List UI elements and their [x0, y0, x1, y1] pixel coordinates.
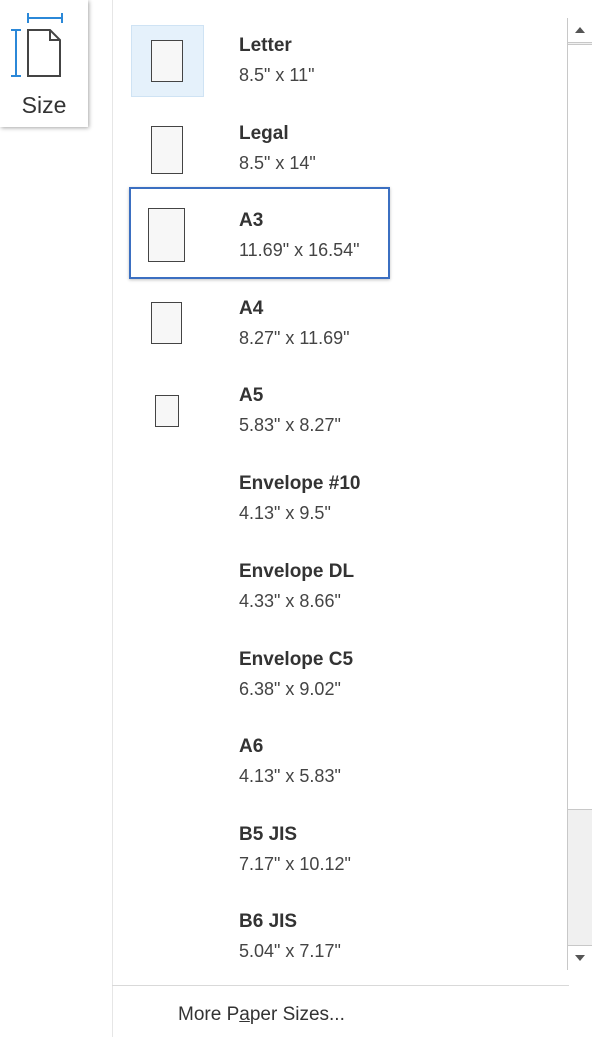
paper-size-menu: Letter 8.5" x 11" Legal 8.5" x 14" A3 11…: [112, 0, 592, 1037]
more-paper-sizes-link[interactable]: More Paper Sizes...: [178, 1004, 345, 1026]
triangle-up-icon: [575, 27, 585, 33]
item-dims: 4.13" x 9.5": [239, 503, 331, 523]
item-name: Legal: [239, 123, 289, 144]
page-icon: [151, 126, 183, 174]
menu-item-legal[interactable]: Legal 8.5" x 14": [131, 113, 543, 185]
item-name: B5 JIS: [239, 824, 298, 845]
menu-item-a6[interactable]: A6 4.13" x 5.83": [131, 726, 543, 798]
scroll-down-button[interactable]: [568, 945, 592, 970]
item-dims: 4.33" x 8.66": [239, 591, 341, 611]
page-icon: [151, 40, 183, 82]
menu-item-a5[interactable]: A5 5.83" x 8.27": [131, 375, 543, 447]
menu-item-a4[interactable]: A4 8.27" x 11.69": [131, 288, 543, 360]
item-dims: 5.83" x 8.27": [239, 415, 341, 435]
menu-item-envelope-10[interactable]: Envelope #10 4.13" x 9.5": [131, 463, 543, 535]
page-icon: [151, 302, 182, 344]
scroll-thumb[interactable]: [568, 44, 592, 810]
item-name: Envelope DL: [239, 561, 355, 582]
item-dims: 6.38" x 9.02": [239, 679, 341, 699]
item-name: A5: [239, 385, 264, 406]
menu-item-b6-jis[interactable]: B6 JIS 5.04" x 7.17": [131, 901, 543, 973]
menu-item-envelope-c5[interactable]: Envelope C5 6.38" x 9.02": [131, 639, 543, 711]
item-name: Envelope C5: [239, 649, 354, 670]
item-dims: 4.13" x 5.83": [239, 766, 341, 786]
item-dims: 8.27" x 11.69": [239, 328, 350, 348]
more-label-pre: More P: [178, 1004, 240, 1025]
item-name: Envelope #10: [239, 473, 361, 494]
menu-item-letter[interactable]: Letter 8.5" x 11": [131, 25, 543, 97]
item-dims: 8.5" x 14": [239, 153, 316, 173]
item-name: A6: [239, 736, 264, 757]
item-name: B6 JIS: [239, 911, 298, 932]
menu-divider: [112, 985, 569, 986]
size-label: Size: [21, 92, 67, 118]
scroll-up-button[interactable]: [568, 18, 592, 43]
triangle-down-icon: [575, 955, 585, 961]
item-dims: 5.04" x 7.17": [239, 941, 341, 961]
item-name: Letter: [239, 35, 292, 56]
vertical-scrollbar[interactable]: [567, 18, 592, 970]
more-label-post: per Sizes...: [249, 1004, 345, 1025]
item-dims: 7.17" x 10.12": [239, 854, 351, 874]
item-dims: 8.5" x 11": [239, 65, 315, 85]
item-name: A4: [239, 298, 264, 319]
page-icon: [155, 395, 179, 427]
focus-outline: [129, 187, 390, 279]
menu-item-envelope-dl[interactable]: Envelope DL 4.33" x 8.66": [131, 551, 543, 623]
page-size-icon: [10, 10, 72, 84]
more-label-accelerator: a: [239, 1004, 250, 1025]
menu-item-b5-jis[interactable]: B5 JIS 7.17" x 10.12": [131, 814, 543, 886]
size-button[interactable]: Size: [0, 0, 88, 127]
